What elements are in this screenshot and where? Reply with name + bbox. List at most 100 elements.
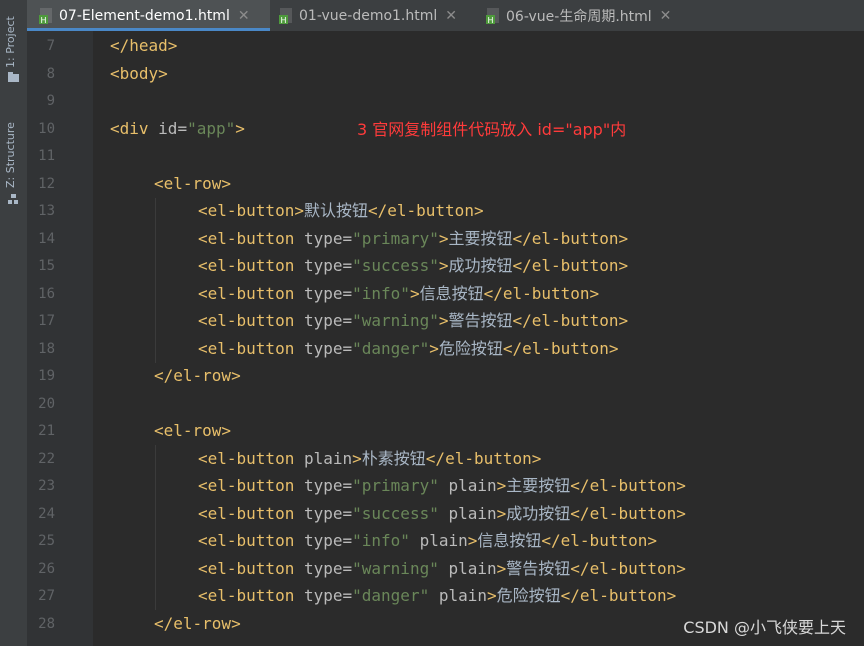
code-attr: plain (438, 558, 497, 578)
code-attr: type= (303, 283, 353, 303)
code-line-28: </el-row> (154, 610, 241, 638)
code-text: 默认按钮 (303, 201, 368, 220)
code-tag: </el-button> (502, 338, 619, 358)
html-file-icon: H (279, 7, 293, 25)
code-line-18: <el-button type="danger">危险按钮</el-button… (198, 335, 618, 363)
code-line-24: <el-button type="success" plain>成功按钮</el… (198, 500, 686, 528)
line-number: 24 (38, 505, 55, 522)
code-attr: type= (303, 338, 353, 358)
code-attr: plain (438, 503, 497, 523)
code-attr: id= (158, 118, 188, 138)
line-number: 8 (46, 65, 55, 82)
indent-guide (155, 445, 156, 610)
code-line-17: <el-button type="warning">警告按钮</el-butto… (198, 307, 628, 335)
code-text: 成功按钮 (506, 503, 571, 523)
code-attr: plain (438, 476, 497, 495)
code-line-19: </el-row> (154, 362, 241, 390)
code-tag: <el-button (198, 311, 304, 330)
code-string: "success" (352, 503, 439, 523)
line-number: 17 (38, 313, 55, 329)
line-number: 23 (38, 478, 55, 494)
code-tag: <el-button (198, 531, 304, 550)
code-tag: </el-button> (541, 531, 657, 550)
tool-window-strip: 1: Project Z: Structure (0, 0, 28, 646)
code-text: 警告按钮 (448, 311, 513, 330)
code-tag: <el-button (198, 338, 304, 358)
code-tag: </el-button> (512, 311, 629, 330)
code-tag: <el-button (198, 256, 304, 275)
line-number: 22 (38, 450, 55, 467)
code-attr: plain (409, 531, 468, 550)
line-number: 20 (38, 395, 55, 412)
project-tool-tab[interactable]: 1: Project (0, 0, 27, 90)
code-tag: <el-row> (154, 173, 232, 193)
line-number: 12 (38, 175, 55, 192)
code-string: "warning" (352, 311, 439, 330)
code-tag: </el-row> (154, 613, 241, 633)
code-tag: </el-button> (570, 503, 686, 523)
tab-06-vue-lifecycle[interactable]: H 06-vue-生命周期.html ✕ (486, 0, 726, 31)
code-text: 危险按钮 (438, 338, 503, 358)
code-tag: <el-button (198, 503, 304, 523)
code-line-25: <el-button type="info" plain>信息按钮</el-bu… (198, 527, 657, 555)
code-tag: </el-button> (570, 476, 686, 495)
code-tag: </el-button> (425, 448, 542, 468)
code-line-27: <el-button type="danger" plain>危险按钮</el-… (198, 582, 676, 610)
code-text: 信息按钮 (477, 531, 542, 550)
code-tag: <el-button (198, 586, 304, 605)
code-tag: <el-button (198, 448, 304, 468)
line-number: 18 (38, 340, 55, 357)
code-tag: </el-button> (367, 201, 484, 220)
code-tag: > (409, 283, 420, 303)
line-number: 26 (38, 560, 55, 577)
svg-text:H: H (488, 16, 494, 24)
line-number: 15 (38, 258, 55, 274)
line-number: 19 (38, 368, 55, 384)
line-number: 16 (38, 285, 55, 302)
svg-text:H: H (41, 16, 47, 24)
code-attr: type= (303, 586, 353, 605)
tab-07-element-demo1[interactable]: H 07-Element-demo1.html ✕ (27, 0, 270, 31)
code-tag: > (467, 531, 478, 550)
code-line-23: <el-button type="primary" plain>主要按钮</el… (198, 472, 686, 500)
code-tag: <el-button (198, 476, 304, 495)
code-line-13: <el-button>默认按钮</el-button> (198, 197, 484, 225)
code-string: "danger" (352, 338, 430, 358)
code-line-8: <body> (110, 60, 168, 88)
code-tag: > (429, 338, 439, 358)
code-tag: > (496, 503, 507, 523)
code-line-7: </head> (110, 32, 177, 60)
code-line-26: <el-button type="warning" plain>警告按钮</el… (198, 555, 686, 583)
code-tag: <el-button (198, 283, 304, 303)
code-tag: </el-button> (512, 256, 629, 275)
line-number-gutter: 7 8 9 10 11 12 13 14 15 16 17 18 19 20 2… (27, 31, 107, 646)
editor-tab-bar: H 07-Element-demo1.html ✕ H 01-vue-demo1… (27, 0, 864, 32)
close-icon[interactable]: ✕ (445, 8, 457, 24)
code-string: "success" (352, 256, 439, 275)
code-text: 警告按钮 (506, 558, 571, 578)
close-icon[interactable]: ✕ (238, 8, 250, 24)
code-tag: </el-button> (570, 558, 686, 578)
line-number: 27 (38, 588, 55, 604)
html-file-icon: H (39, 7, 53, 25)
tab-01-vue-demo1[interactable]: H 01-vue-demo1.html ✕ (279, 0, 479, 31)
code-attr: type= (303, 311, 353, 330)
folder-icon (8, 72, 19, 85)
code-tag: </el-row> (154, 366, 241, 385)
code-line-15: <el-button type="success">成功按钮</el-butto… (198, 252, 628, 280)
code-text: 信息按钮 (419, 283, 484, 303)
structure-tool-tab[interactable]: Z: Structure (0, 110, 27, 210)
code-line-14: <el-button type="primary">主要按钮</el-butto… (198, 225, 628, 253)
code-attr: plain (303, 448, 353, 468)
line-number: 21 (38, 423, 55, 439)
close-icon[interactable]: ✕ (660, 8, 672, 24)
line-number: 11 (38, 148, 55, 164)
project-tab-label: 1: Project (4, 16, 17, 68)
code-tag: </el-button> (560, 586, 677, 605)
html-file-icon: H (486, 7, 500, 25)
structure-icon (8, 194, 19, 208)
line-number: 14 (38, 230, 55, 247)
code-string: "info" (352, 283, 410, 303)
code-tag: <el-button (198, 228, 304, 248)
line-number: 10 (38, 120, 55, 137)
